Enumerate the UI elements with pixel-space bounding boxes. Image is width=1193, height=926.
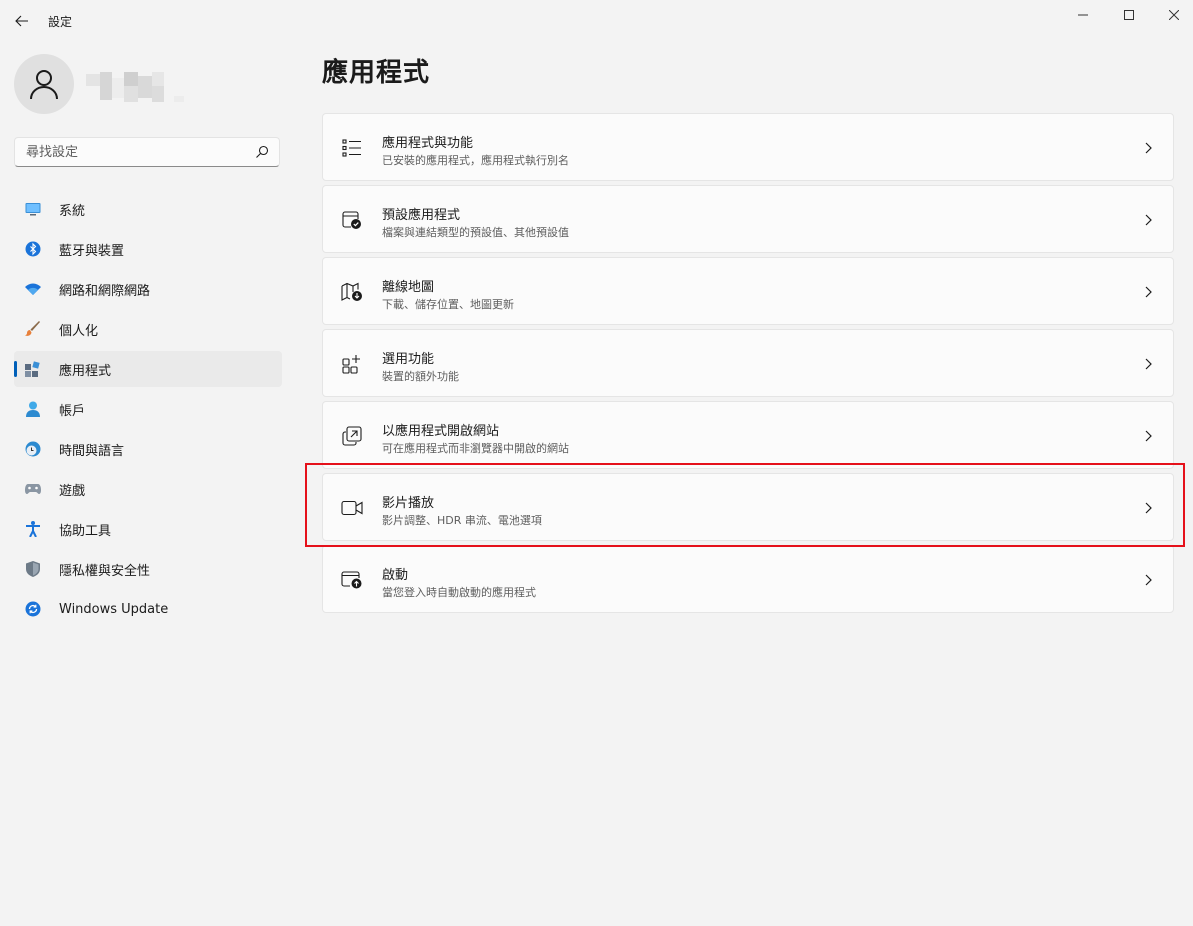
page-title: 應用程式 <box>322 58 431 88</box>
title-bar: 設定 <box>0 0 1193 42</box>
card-subtitle: 影片調整、HDR 串流、電池選項 <box>382 514 542 527</box>
sidebar-item-label: 藍牙與裝置 <box>59 243 125 259</box>
window-title: 設定 <box>48 15 73 29</box>
card-offline-maps[interactable]: 離線地圖 下載、儲存位置、地圖更新 <box>322 257 1174 325</box>
globe-clock-icon <box>25 441 41 457</box>
search-input[interactable] <box>15 138 256 166</box>
sidebar-item-label: 遊戲 <box>59 483 86 499</box>
card-subtitle: 檔案與連結類型的預設值、其他預設值 <box>382 226 569 239</box>
card-title: 預設應用程式 <box>382 208 461 223</box>
card-apps-features[interactable]: 應用程式與功能 已安裝的應用程式，應用程式執行別名 <box>322 113 1174 181</box>
wifi-icon <box>25 281 41 297</box>
person-icon <box>25 401 41 417</box>
list-icon <box>341 137 363 159</box>
chevron-right-icon <box>1145 142 1152 154</box>
settings-card-list: 應用程式與功能 已安裝的應用程式，應用程式執行別名 預設應用程式 檔案與連結類型… <box>322 113 1174 617</box>
chevron-right-icon <box>1145 358 1152 370</box>
card-title: 以應用程式開啟網站 <box>382 424 500 439</box>
back-button[interactable] <box>8 8 36 34</box>
card-video-playback[interactable]: 影片播放 影片調整、HDR 串流、電池選項 <box>322 473 1174 541</box>
chevron-right-icon <box>1145 214 1152 226</box>
minimize-icon <box>1078 14 1088 16</box>
maximize-icon <box>1124 10 1134 20</box>
person-outline-icon <box>30 70 58 100</box>
card-title: 選用功能 <box>382 352 435 367</box>
card-default-apps[interactable]: 預設應用程式 檔案與連結類型的預設值、其他預設值 <box>322 185 1174 253</box>
add-grid-icon <box>341 353 363 375</box>
sidebar-item-time-language[interactable]: 時間與語言 <box>14 431 282 467</box>
sidebar-item-label: 系統 <box>59 203 86 219</box>
sidebar-item-accessibility[interactable]: 協助工具 <box>14 511 282 547</box>
avatar <box>14 54 74 114</box>
chevron-right-icon <box>1145 286 1152 298</box>
video-camera-icon <box>341 497 363 519</box>
sidebar-item-apps[interactable]: 應用程式 <box>14 351 282 387</box>
monitor-icon <box>25 201 41 217</box>
sidebar-item-label: Windows Update <box>59 601 169 617</box>
sidebar-nav: 系統 藍牙與裝置 網路和網際網路 個人化 應用程式 帳戶 時間與語言 遊戲 協助… <box>14 191 282 631</box>
map-download-icon <box>341 281 363 303</box>
paintbrush-icon <box>25 321 41 337</box>
card-optional-features[interactable]: 選用功能 裝置的額外功能 <box>322 329 1174 397</box>
card-apps-for-websites[interactable]: 以應用程式開啟網站 可在應用程式而非瀏覽器中開啟的網站 <box>322 401 1174 469</box>
minimize-button[interactable] <box>1060 0 1106 30</box>
sidebar-item-accounts[interactable]: 帳戶 <box>14 391 282 427</box>
search-box <box>14 137 280 167</box>
card-title: 離線地圖 <box>382 280 435 295</box>
chevron-right-icon <box>1145 574 1152 586</box>
sidebar-item-network[interactable]: 網路和網際網路 <box>14 271 282 307</box>
card-subtitle: 可在應用程式而非瀏覽器中開啟的網站 <box>382 442 569 455</box>
gamepad-icon <box>25 481 41 497</box>
startup-icon <box>341 569 363 591</box>
selected-indicator <box>14 361 17 377</box>
arrow-left-icon <box>15 15 28 27</box>
card-title: 啟動 <box>382 568 409 583</box>
sidebar-item-label: 協助工具 <box>59 523 112 539</box>
user-profile[interactable] <box>14 54 284 116</box>
card-title: 應用程式與功能 <box>382 136 474 151</box>
sidebar-item-label: 隱私權與安全性 <box>59 563 151 579</box>
sidebar-item-system[interactable]: 系統 <box>14 191 282 227</box>
close-button[interactable] <box>1151 0 1193 30</box>
update-icon <box>25 601 41 617</box>
sidebar-item-gaming[interactable]: 遊戲 <box>14 471 282 507</box>
sidebar-item-label: 個人化 <box>59 323 99 339</box>
card-startup[interactable]: 啟動 當您登入時自動啟動的應用程式 <box>322 545 1174 613</box>
card-subtitle: 裝置的額外功能 <box>382 370 459 383</box>
default-apps-icon <box>341 209 363 231</box>
card-title: 影片播放 <box>382 496 435 511</box>
sidebar-item-label: 應用程式 <box>59 363 112 379</box>
sidebar-item-bluetooth-devices[interactable]: 藍牙與裝置 <box>14 231 282 267</box>
sidebar-item-label: 網路和網際網路 <box>59 283 151 299</box>
shield-icon <box>25 561 41 577</box>
sidebar-item-privacy-security[interactable]: 隱私權與安全性 <box>14 551 282 587</box>
card-subtitle: 下載、儲存位置、地圖更新 <box>382 298 514 311</box>
apps-icon <box>25 361 41 377</box>
close-icon <box>1169 10 1179 20</box>
bluetooth-icon <box>25 241 41 257</box>
sidebar-item-windows-update[interactable]: Windows Update <box>14 591 282 627</box>
open-external-icon <box>341 425 363 447</box>
chevron-right-icon <box>1145 502 1152 514</box>
search-icon[interactable] <box>255 145 269 159</box>
sidebar-item-label: 帳戶 <box>59 403 86 419</box>
card-subtitle: 當您登入時自動啟動的應用程式 <box>382 586 536 599</box>
maximize-button[interactable] <box>1106 0 1152 30</box>
sidebar-item-personalization[interactable]: 個人化 <box>14 311 282 347</box>
accessibility-icon <box>25 521 41 537</box>
user-name-redacted <box>86 72 186 104</box>
card-subtitle: 已安裝的應用程式，應用程式執行別名 <box>382 154 569 167</box>
chevron-right-icon <box>1145 430 1152 442</box>
sidebar-item-label: 時間與語言 <box>59 443 125 459</box>
